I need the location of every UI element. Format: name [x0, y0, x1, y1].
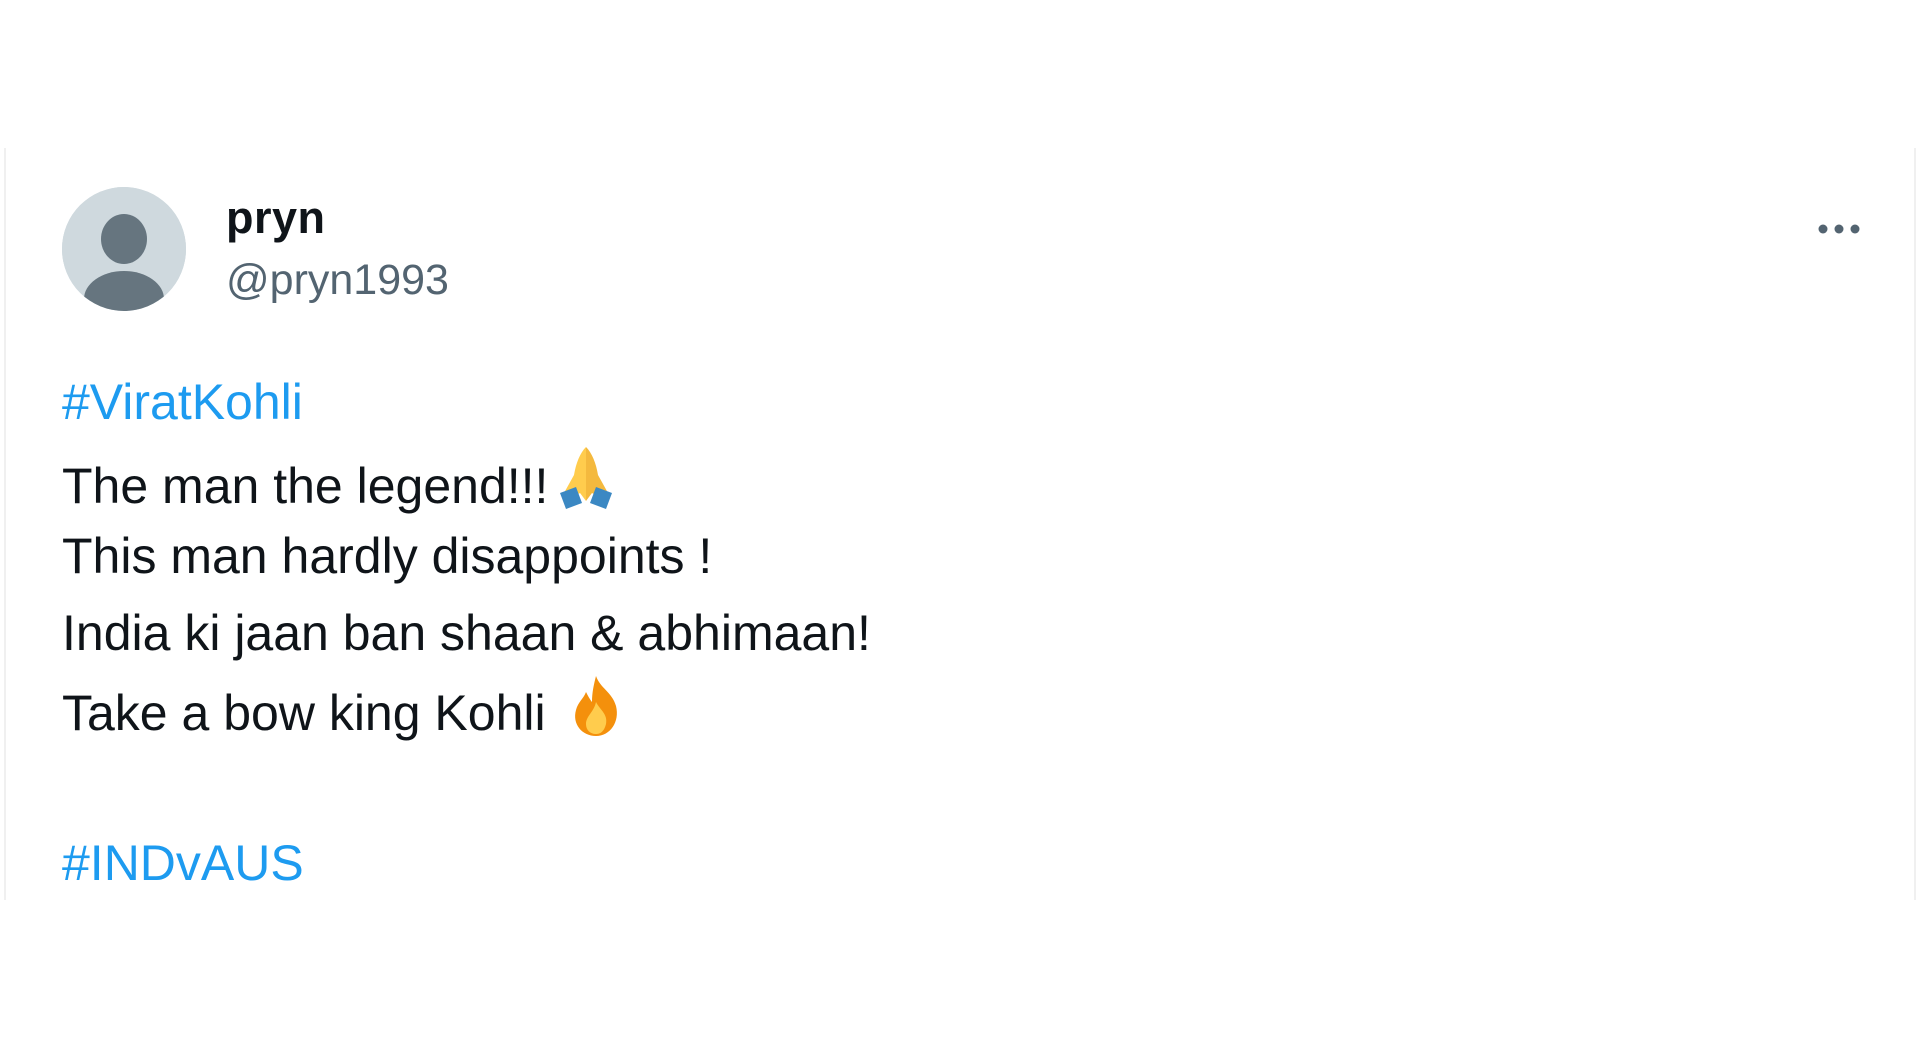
fire-icon — [562, 672, 630, 762]
tweet-card: pryn @pryn1993 #ViratKohli The man the l… — [4, 148, 1916, 900]
tweet-line-4: Take a bow king Kohli — [62, 672, 1842, 749]
more-options-button[interactable] — [1804, 204, 1874, 254]
author-handle[interactable]: @pryn1993 — [226, 252, 449, 308]
tweet-line-2: This man hardly disappoints ! — [62, 528, 713, 584]
tweet-line-4-text: Take a bow king Kohli — [62, 685, 560, 741]
tweet-text: #ViratKohli The man the legend!!! This m… — [62, 364, 1842, 902]
tweet-line-1-text: The man the legend!!! — [62, 458, 549, 514]
hashtag-link-ind-v-aus[interactable]: #INDvAUS — [62, 835, 304, 891]
avatar[interactable] — [62, 187, 186, 311]
tweet-line-3: India ki jaan ban shaan & abhimaan! — [62, 605, 871, 661]
hashtag-link-virat-kohli[interactable]: #ViratKohli — [62, 374, 303, 430]
more-dots-icon — [1818, 224, 1860, 234]
author-name[interactable]: pryn — [226, 190, 326, 246]
tweet-line-1: The man the legend!!! — [62, 441, 1842, 518]
default-avatar-icon — [62, 187, 186, 311]
